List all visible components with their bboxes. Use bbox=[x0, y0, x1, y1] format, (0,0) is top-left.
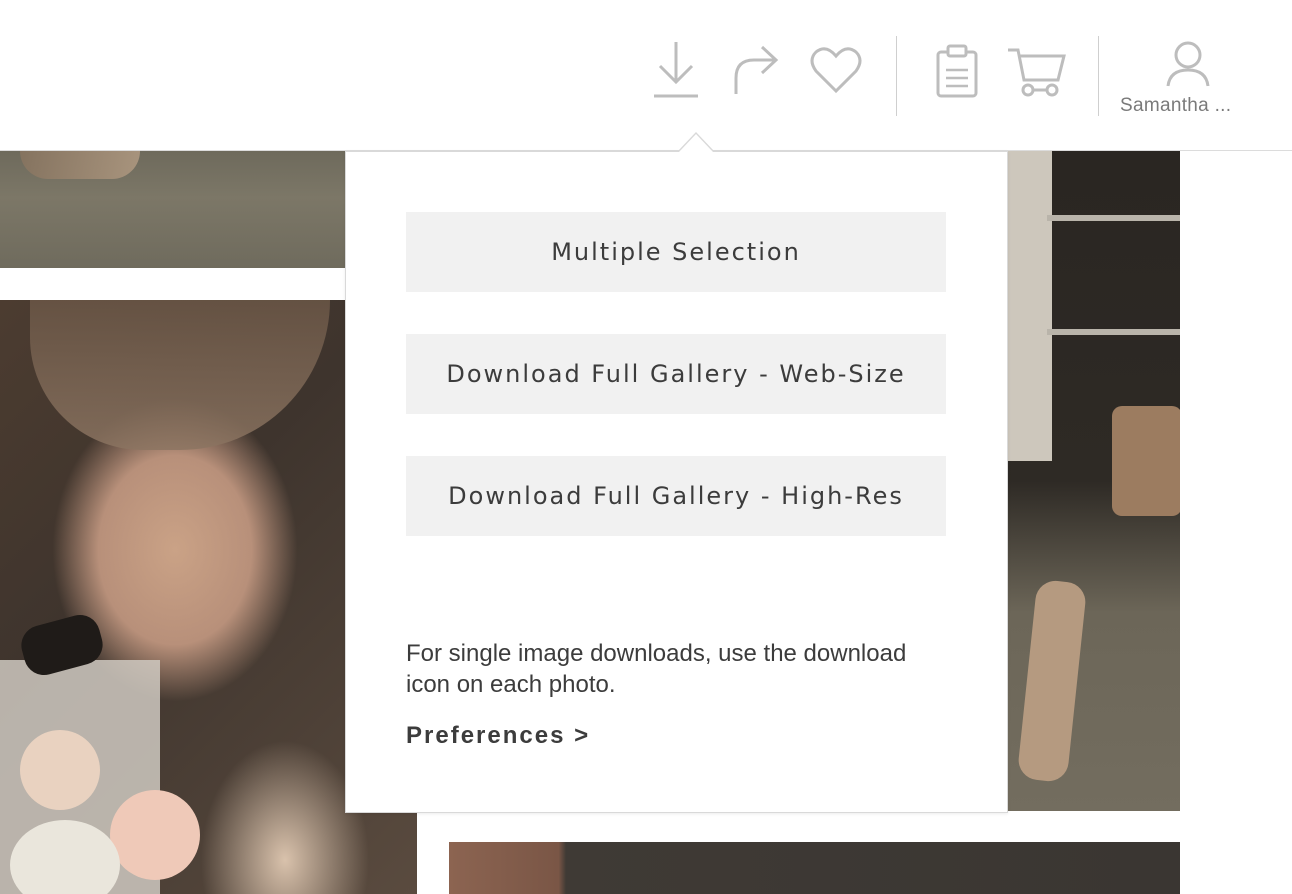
photo-detail bbox=[1047, 215, 1180, 221]
photo-detail bbox=[20, 151, 140, 179]
favorite-heart-icon[interactable] bbox=[810, 46, 862, 94]
photo-detail bbox=[110, 790, 200, 880]
account-name: Samantha ... bbox=[1120, 95, 1232, 116]
gallery-photo[interactable] bbox=[0, 151, 345, 268]
user-icon bbox=[1164, 40, 1212, 93]
multiple-selection-button[interactable]: Multiple Selection bbox=[406, 212, 946, 292]
download-high-res-button[interactable]: Download Full Gallery - High-Res bbox=[406, 456, 946, 536]
photo-detail bbox=[1007, 151, 1052, 461]
gallery-photo[interactable] bbox=[449, 842, 1180, 894]
photo-detail bbox=[30, 300, 330, 450]
share-icon[interactable] bbox=[732, 44, 780, 96]
download-help-text: For single image downloads, use the down… bbox=[406, 640, 907, 698]
clipboard-icon[interactable] bbox=[934, 44, 980, 98]
cart-icon[interactable] bbox=[1006, 46, 1068, 98]
photo-detail bbox=[20, 730, 100, 810]
dropdown-caret bbox=[679, 134, 713, 152]
photo-detail bbox=[1112, 406, 1180, 516]
photo-detail bbox=[1047, 329, 1180, 335]
photo-detail bbox=[1016, 578, 1088, 784]
account-menu[interactable]: Samantha ... bbox=[1112, 40, 1262, 120]
gallery-photo[interactable] bbox=[1007, 151, 1180, 811]
download-web-size-button[interactable]: Download Full Gallery - Web-Size bbox=[406, 334, 946, 414]
top-header: Samantha ... bbox=[0, 0, 1292, 151]
preferences-link[interactable]: Preferences > bbox=[406, 722, 590, 750]
header-divider bbox=[896, 36, 897, 116]
download-menu: Multiple Selection Download Full Gallery… bbox=[345, 151, 1008, 813]
download-icon[interactable] bbox=[652, 40, 700, 100]
header-divider bbox=[1098, 36, 1099, 116]
